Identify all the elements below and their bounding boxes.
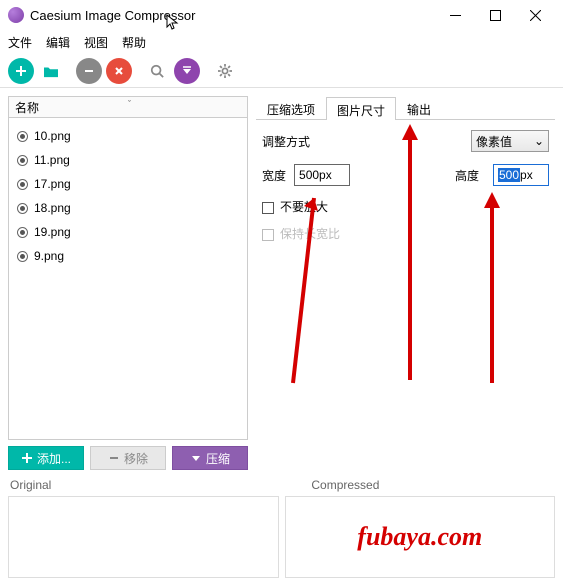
app-icon xyxy=(8,7,24,23)
window-title: Caesium Image Compressor xyxy=(30,8,435,23)
menu-edit[interactable]: 编辑 xyxy=(46,34,70,51)
watermark-text: fubaya.com xyxy=(357,522,482,552)
annotation-arrow xyxy=(290,188,320,391)
original-label: Original xyxy=(10,478,51,492)
close-button[interactable] xyxy=(515,1,555,29)
keep-ratio-checkbox xyxy=(262,229,274,241)
width-input[interactable]: 500px xyxy=(294,164,350,186)
compressed-label: Compressed xyxy=(311,478,379,492)
menu-view[interactable]: 视图 xyxy=(84,34,108,51)
compress-button-label: 压缩 xyxy=(206,450,230,467)
size-panel: 调整方式 像素值 ⌄ 宽度 500px 高度 500px 不要放大 保持长宽比 xyxy=(256,120,555,262)
search-button[interactable] xyxy=(144,58,170,84)
radio-icon xyxy=(17,131,28,142)
no-enlarge-checkbox[interactable] xyxy=(262,202,274,214)
tab-image-size[interactable]: 图片尺寸 xyxy=(326,97,396,120)
list-item[interactable]: 10.png xyxy=(9,124,247,148)
list-header[interactable]: 名称 ˇ xyxy=(8,96,248,118)
cursor-icon xyxy=(166,14,180,35)
remove-button-label: 移除 xyxy=(124,450,148,467)
maximize-button[interactable] xyxy=(475,1,515,29)
radio-icon xyxy=(17,251,28,262)
annotation-arrow xyxy=(400,122,420,385)
radio-icon xyxy=(17,179,28,190)
radio-icon xyxy=(17,227,28,238)
width-label: 宽度 xyxy=(262,167,286,184)
no-enlarge-label: 不要放大 xyxy=(280,200,328,214)
add-file-button[interactable] xyxy=(8,58,34,84)
compressed-preview: fubaya.com xyxy=(285,496,556,578)
file-name: 17.png xyxy=(34,177,71,191)
list-item[interactable]: 19.png xyxy=(9,220,247,244)
resize-mode-label: 调整方式 xyxy=(262,133,310,150)
menubar: 文件 编辑 视图 帮助 xyxy=(0,30,563,54)
tab-compress-options[interactable]: 压缩选项 xyxy=(256,96,326,119)
minimize-button[interactable] xyxy=(435,1,475,29)
original-preview xyxy=(8,496,279,578)
tab-output[interactable]: 输出 xyxy=(396,96,442,119)
remove-list-button[interactable]: 移除 xyxy=(90,446,166,470)
height-label: 高度 xyxy=(455,167,479,184)
file-list[interactable]: 10.png 11.png 17.png 18.png 19.png 9.png xyxy=(8,118,248,440)
keep-ratio-label: 保持长宽比 xyxy=(280,227,340,241)
chevron-down-icon: ⌄ xyxy=(534,134,544,148)
compress-button[interactable]: 压缩 xyxy=(172,446,248,470)
add-button[interactable]: 添加... xyxy=(8,446,84,470)
file-name: 10.png xyxy=(34,129,71,143)
clear-button[interactable] xyxy=(106,58,132,84)
height-unit: px xyxy=(520,168,533,182)
file-name: 18.png xyxy=(34,201,71,215)
toolbar xyxy=(0,54,563,88)
radio-icon xyxy=(17,203,28,214)
width-value: 500px xyxy=(299,168,332,182)
radio-icon xyxy=(17,155,28,166)
height-input[interactable]: 500px xyxy=(493,164,549,186)
file-name: 11.png xyxy=(34,153,70,167)
menu-file[interactable]: 文件 xyxy=(8,34,32,51)
sort-indicator-icon: ˇ xyxy=(128,99,131,109)
file-name: 19.png xyxy=(34,225,71,239)
settings-button[interactable] xyxy=(212,58,238,84)
column-name: 名称 xyxy=(15,99,39,116)
list-item[interactable]: 17.png xyxy=(9,172,247,196)
resize-mode-value: 像素值 xyxy=(476,133,512,150)
list-item[interactable]: 9.png xyxy=(9,244,247,268)
file-name: 9.png xyxy=(34,249,64,263)
list-item[interactable]: 11.png xyxy=(9,148,247,172)
list-item[interactable]: 18.png xyxy=(9,196,247,220)
annotation-arrow xyxy=(482,190,502,388)
tabs: 压缩选项 图片尺寸 输出 xyxy=(256,96,555,120)
remove-button[interactable] xyxy=(76,58,102,84)
height-value-selected: 500 xyxy=(498,168,520,182)
add-button-label: 添加... xyxy=(37,450,71,467)
compress-toolbar-button[interactable] xyxy=(174,58,200,84)
resize-mode-select[interactable]: 像素值 ⌄ xyxy=(471,130,549,152)
open-folder-button[interactable] xyxy=(38,58,64,84)
menu-help[interactable]: 帮助 xyxy=(122,34,146,51)
